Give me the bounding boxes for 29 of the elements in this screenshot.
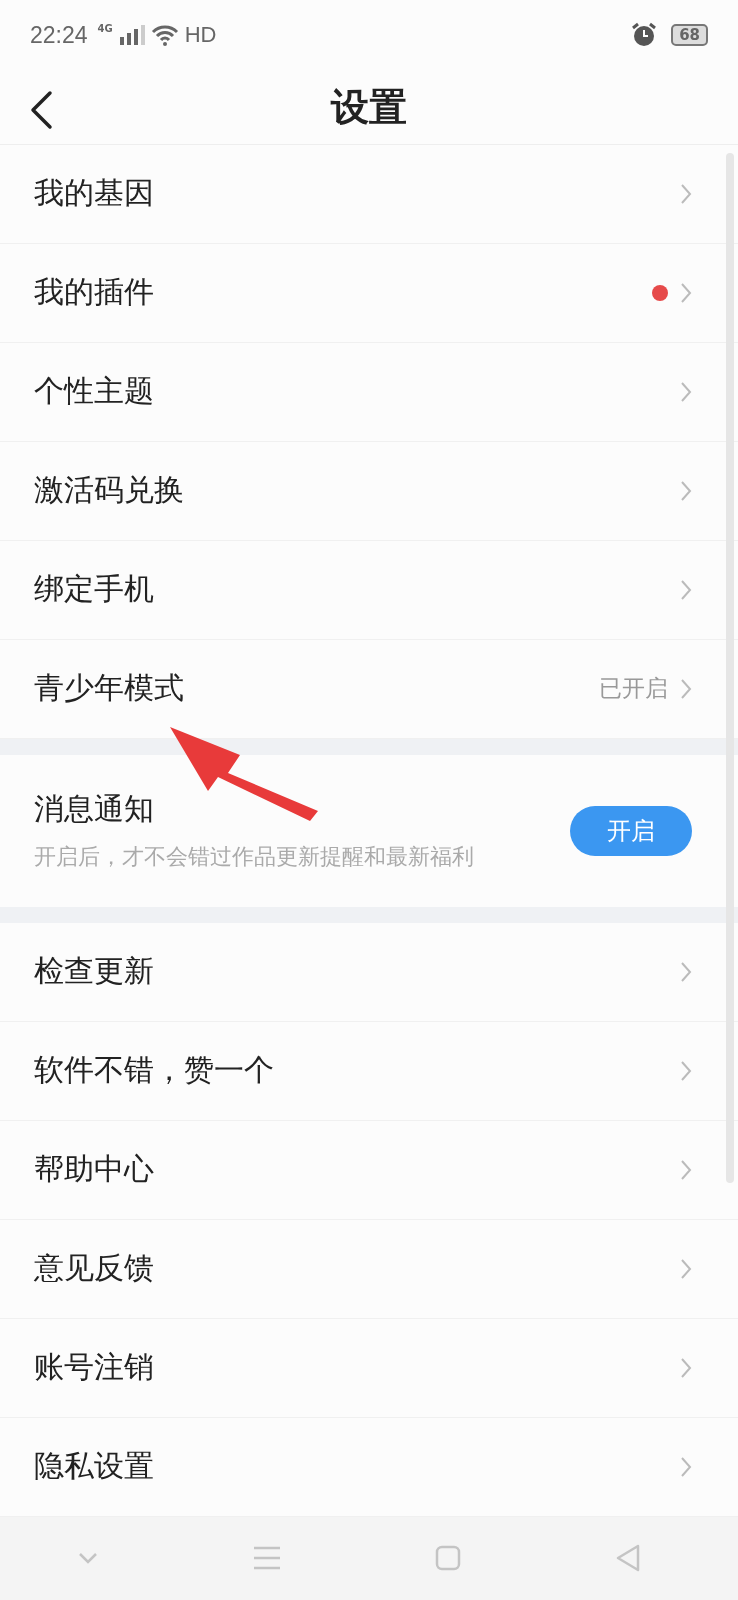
notification-description: 开启后，才不会错过作品更新提醒和最新福利 bbox=[34, 843, 475, 872]
home-icon[interactable] bbox=[435, 1545, 461, 1572]
chevron-icon bbox=[680, 380, 692, 403]
settings-item[interactable]: 账号注销 bbox=[0, 1318, 738, 1418]
wifi-icon bbox=[150, 24, 179, 47]
chevron-icon bbox=[680, 281, 692, 304]
status-time: 22:24 bbox=[30, 21, 88, 49]
battery-icon: 68 bbox=[671, 24, 708, 47]
settings-item[interactable]: 隐私设置 bbox=[0, 1417, 738, 1517]
chevron-icon bbox=[680, 1455, 692, 1478]
chevron-icon bbox=[680, 1356, 692, 1379]
chevron-icon bbox=[680, 1059, 692, 1082]
chevron-icon bbox=[680, 479, 692, 502]
notification-title: 消息通知 bbox=[34, 790, 155, 829]
chevron-icon bbox=[680, 960, 692, 983]
chevron-icon bbox=[680, 182, 692, 205]
signal-icon bbox=[118, 25, 145, 46]
chevron-icon bbox=[680, 1257, 692, 1280]
chevron-icon bbox=[680, 1158, 692, 1181]
chevron-icon bbox=[680, 578, 692, 601]
page-title: 设置 bbox=[331, 82, 407, 131]
wifi-label: HD bbox=[184, 22, 217, 49]
collapse-icon[interactable] bbox=[77, 1551, 99, 1566]
alarm-icon bbox=[631, 22, 658, 49]
back-icon[interactable] bbox=[615, 1544, 641, 1573]
settings-item[interactable]: 意见反馈 bbox=[0, 1219, 738, 1319]
chevron-icon bbox=[680, 677, 692, 700]
menu-icon[interactable] bbox=[253, 1546, 281, 1571]
network-label: 4G bbox=[97, 22, 113, 34]
